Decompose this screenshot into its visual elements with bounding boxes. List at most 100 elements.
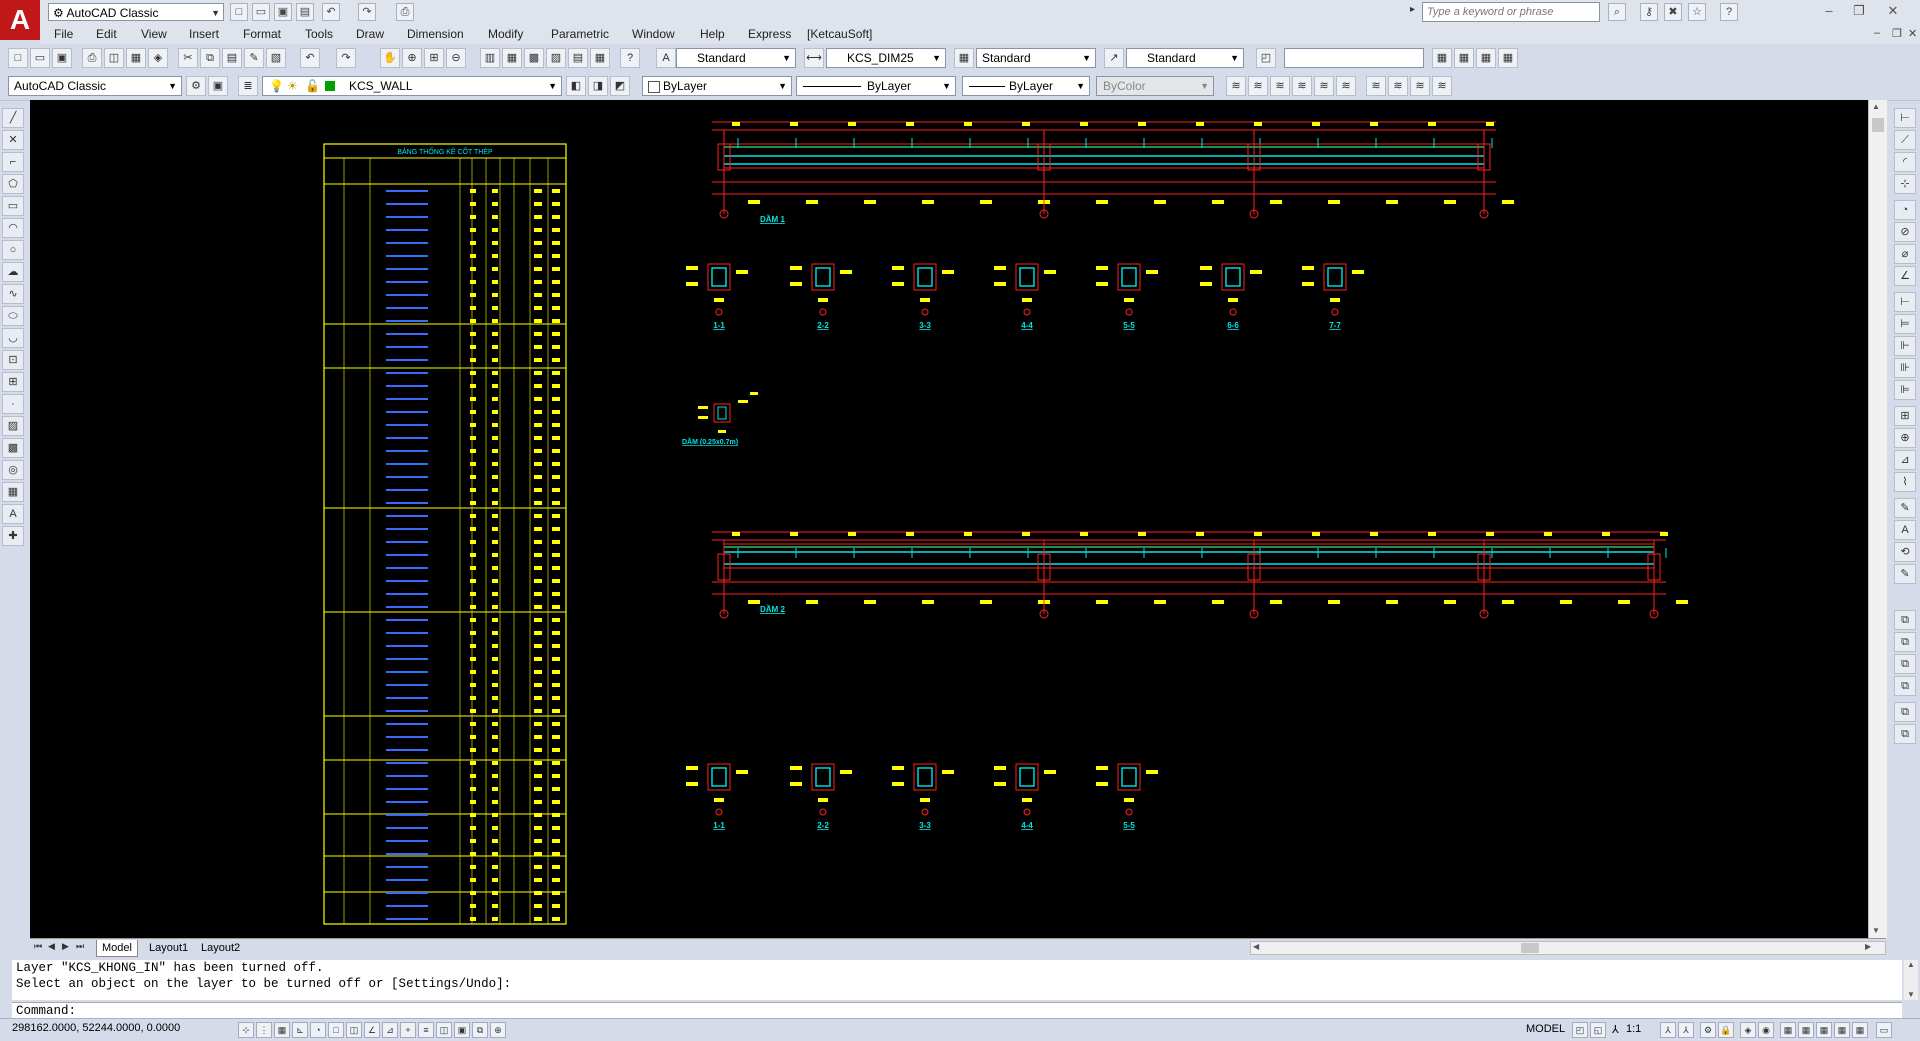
- spline-icon[interactable]: ∿: [2, 284, 24, 304]
- menu-ketcausoft[interactable]: [KetcauSoft]: [807, 26, 872, 42]
- make-current-icon[interactable]: ◧: [566, 76, 586, 96]
- dim-ordinate-icon[interactable]: ⊹: [1894, 174, 1916, 194]
- cut-icon[interactable]: ✂: [178, 48, 198, 68]
- dim-style-tb-icon[interactable]: ✎: [1894, 564, 1916, 584]
- status-tray-5-icon[interactable]: ▦: [1852, 1022, 1868, 1038]
- search-expand-icon[interactable]: ▸: [1410, 4, 1420, 20]
- modify-5-icon[interactable]: ⧉: [1894, 702, 1916, 722]
- drawing-canvas[interactable]: BẢNG THỐNG KÊ CỐT THÉP DẦM 1 1-1 2-2 3-3 4-…: [30, 100, 1887, 938]
- workspace-switcher[interactable]: ⚙ AutoCAD Classic ▼: [48, 3, 224, 21]
- dim-baseline-icon[interactable]: ⊨: [1894, 314, 1916, 334]
- quick-dim-icon[interactable]: ⊢: [1894, 292, 1916, 312]
- table-style-icon[interactable]: ▦: [954, 48, 974, 68]
- revcloud-icon[interactable]: ☁: [2, 262, 24, 282]
- mtext-icon[interactable]: A: [2, 504, 24, 524]
- tab-layout2[interactable]: Layout2: [196, 940, 245, 956]
- add-selected-icon[interactable]: ✚: [2, 526, 24, 546]
- point-icon[interactable]: ·: [2, 394, 24, 414]
- kcs-tool-2-icon[interactable]: ▦: [1454, 48, 1474, 68]
- lineweight-toggle-icon[interactable]: ≡: [418, 1022, 434, 1038]
- open-icon[interactable]: ▭: [252, 3, 270, 21]
- preview-icon[interactable]: ◫: [104, 48, 124, 68]
- star-icon[interactable]: ☆: [1688, 3, 1706, 21]
- lineweight-select[interactable]: ByLayer ▼: [962, 76, 1090, 96]
- status-tray-3-icon[interactable]: ▦: [1816, 1022, 1832, 1038]
- kcs-tool-3-icon[interactable]: ▦: [1476, 48, 1496, 68]
- kcs-layer-4-icon[interactable]: ≋: [1292, 76, 1312, 96]
- dim-jogged-icon[interactable]: ⊘: [1894, 222, 1916, 242]
- scroll-down-icon[interactable]: ▼: [1872, 926, 1880, 935]
- menu-dimension[interactable]: Dimension: [407, 26, 464, 42]
- menu-format[interactable]: Format: [243, 26, 281, 42]
- dim-text-edit-icon[interactable]: A: [1894, 520, 1916, 540]
- redo-tb-icon[interactable]: ↷: [336, 48, 356, 68]
- scroll-up-icon[interactable]: ▲: [1872, 102, 1880, 111]
- dyn-input-icon[interactable]: +: [400, 1022, 416, 1038]
- menu-view[interactable]: View: [141, 26, 167, 42]
- save-as-icon[interactable]: ▤: [296, 3, 314, 21]
- command-scrollbar[interactable]: ▲ ▼: [1904, 960, 1918, 1000]
- scroll-right-icon[interactable]: ▶: [1865, 942, 1871, 951]
- tolerance-icon[interactable]: ⊞: [1894, 406, 1916, 426]
- dim-break-icon[interactable]: ⊫: [1894, 380, 1916, 400]
- quick-view-drawings-icon[interactable]: ◱: [1590, 1022, 1606, 1038]
- grid-display-icon[interactable]: ▦: [274, 1022, 290, 1038]
- transparency-icon[interactable]: ◫: [436, 1022, 452, 1038]
- isolate-objects-icon[interactable]: ◉: [1758, 1022, 1774, 1038]
- viewport-scale-input[interactable]: [1284, 48, 1424, 68]
- next-tab-icon[interactable]: ▶: [62, 941, 69, 952]
- properties-icon[interactable]: ▥: [480, 48, 500, 68]
- search-input[interactable]: Type a keyword or phrase: [1422, 2, 1600, 22]
- modify-2-icon[interactable]: ⧉: [1894, 632, 1916, 652]
- arc-icon[interactable]: ◠: [2, 218, 24, 238]
- design-center-icon[interactable]: ▦: [502, 48, 522, 68]
- doc-restore-icon[interactable]: ❐: [1892, 27, 1902, 40]
- 3d-dwf-icon[interactable]: ◈: [148, 48, 168, 68]
- menu-help[interactable]: Help: [700, 26, 725, 42]
- linetype-select[interactable]: ByLayer ▼: [796, 76, 956, 96]
- undo-tb-icon[interactable]: ↶: [300, 48, 320, 68]
- help-tb-icon[interactable]: ?: [620, 48, 640, 68]
- horizontal-scroll-thumb[interactable]: [1521, 943, 1539, 953]
- menu-edit[interactable]: Edit: [96, 26, 117, 42]
- polar-tracking-icon[interactable]: ◔: [310, 1022, 326, 1038]
- vertical-scrollbar[interactable]: ▲ ▼: [1868, 100, 1887, 938]
- region-icon[interactable]: ◎: [2, 460, 24, 480]
- object-snap-icon[interactable]: □: [328, 1022, 344, 1038]
- menu-draw[interactable]: Draw: [356, 26, 384, 42]
- make-block-icon[interactable]: ⊞: [2, 372, 24, 392]
- dim-style-select[interactable]: KCS_DIM25 ▼: [826, 48, 946, 68]
- dim-continue-icon[interactable]: ⊩: [1894, 336, 1916, 356]
- markup-icon[interactable]: ▤: [568, 48, 588, 68]
- menu-parametric[interactable]: Parametric: [551, 26, 609, 42]
- clean-screen-icon[interactable]: ▭: [1876, 1022, 1892, 1038]
- menu-file[interactable]: File: [54, 26, 73, 42]
- copy-icon[interactable]: ⧉: [200, 48, 220, 68]
- mleader-style-icon[interactable]: ↗: [1104, 48, 1124, 68]
- table-icon[interactable]: ▦: [2, 482, 24, 502]
- coordinate-readout[interactable]: 298162.0000, 52244.0000, 0.0000: [12, 1022, 180, 1034]
- close-icon[interactable]: ✕: [1880, 2, 1906, 20]
- center-mark-icon[interactable]: ⊕: [1894, 428, 1916, 448]
- modify-6-icon[interactable]: ⧉: [1894, 724, 1916, 744]
- kcs-layer-7-icon[interactable]: ≋: [1366, 76, 1386, 96]
- new-icon[interactable]: □: [230, 3, 248, 21]
- dim-style-icon[interactable]: ⟷: [804, 48, 824, 68]
- toolbar-lock-icon[interactable]: 🔒: [1718, 1022, 1734, 1038]
- hatch-icon[interactable]: ▨: [2, 416, 24, 436]
- auto-scale-icon[interactable]: ⅄: [1678, 1022, 1694, 1038]
- vertical-scroll-thumb[interactable]: [1872, 118, 1884, 132]
- otrack-icon[interactable]: ∠: [364, 1022, 380, 1038]
- text-style-select[interactable]: Standard ▼: [676, 48, 796, 68]
- dim-aligned-icon[interactable]: ⟋: [1894, 130, 1916, 150]
- qnew-icon[interactable]: □: [8, 48, 28, 68]
- inspection-icon[interactable]: ⊿: [1894, 450, 1916, 470]
- workspace-select[interactable]: AutoCAD Classic ▼: [8, 76, 182, 96]
- open-file-icon[interactable]: ▭: [30, 48, 50, 68]
- menu-insert[interactable]: Insert: [189, 26, 219, 42]
- ellipse-arc-icon[interactable]: ◡: [2, 328, 24, 348]
- first-tab-icon[interactable]: ⏮: [34, 941, 42, 952]
- workspace-save-icon[interactable]: ▣: [208, 76, 228, 96]
- help-icon[interactable]: ?: [1720, 3, 1738, 21]
- save-icon[interactable]: ▣: [274, 3, 292, 21]
